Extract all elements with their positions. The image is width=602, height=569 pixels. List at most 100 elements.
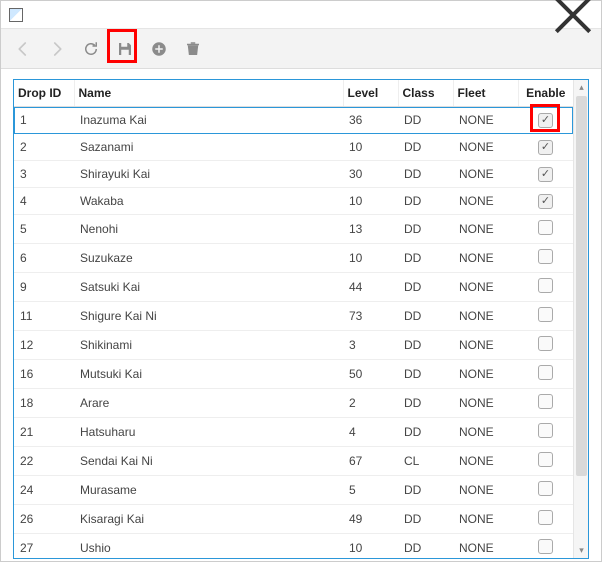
enable-checkbox[interactable] — [538, 278, 553, 293]
cell-class: DD — [398, 302, 453, 331]
table-row[interactable]: 5Nenohi13DDNONE — [14, 215, 573, 244]
cell-fleet: NONE — [453, 418, 518, 447]
cell-fleet: NONE — [453, 447, 518, 476]
col-class[interactable]: Class — [398, 80, 453, 107]
table-row[interactable]: 21Hatsuharu4DDNONE — [14, 418, 573, 447]
cell-class: DD — [398, 273, 453, 302]
col-enable[interactable]: Enable — [518, 80, 573, 107]
table-row[interactable]: 12Shikinami3DDNONE — [14, 331, 573, 360]
cell-fleet: NONE — [453, 389, 518, 418]
cell-class: DD — [398, 505, 453, 534]
content: Drop ID Name Level Class Fleet Enable 1I… — [1, 69, 601, 569]
cell-fleet: NONE — [453, 476, 518, 505]
delete-button[interactable] — [181, 37, 205, 61]
close-button[interactable] — [553, 2, 593, 28]
cell-drop-id: 22 — [14, 447, 74, 476]
col-fleet[interactable]: Fleet — [453, 80, 518, 107]
table-row[interactable]: 3Shirayuki Kai30DDNONE — [14, 161, 573, 188]
enable-checkbox[interactable] — [538, 481, 553, 496]
cell-fleet: NONE — [453, 244, 518, 273]
cell-level: 10 — [343, 188, 398, 215]
enable-checkbox[interactable] — [538, 249, 553, 264]
enable-checkbox[interactable] — [538, 307, 553, 322]
cell-level: 44 — [343, 273, 398, 302]
enable-checkbox[interactable] — [538, 365, 553, 380]
enable-checkbox[interactable] — [538, 394, 553, 409]
cell-name: Shikinami — [74, 331, 343, 360]
table-row[interactable]: 22Sendai Kai Ni67CLNONE — [14, 447, 573, 476]
cell-drop-id: 9 — [14, 273, 74, 302]
table-row[interactable]: 1Inazuma Kai36DDNONE — [14, 107, 573, 134]
table-row[interactable]: 16Mutsuki Kai50DDNONE — [14, 360, 573, 389]
enable-checkbox[interactable] — [538, 140, 553, 155]
cell-name: Arare — [74, 389, 343, 418]
cell-level: 50 — [343, 360, 398, 389]
cell-drop-id: 5 — [14, 215, 74, 244]
cell-name: Inazuma Kai — [74, 107, 343, 134]
enable-checkbox[interactable] — [538, 194, 553, 209]
table-row[interactable]: 18Arare2DDNONE — [14, 389, 573, 418]
cell-enable — [518, 161, 573, 188]
cell-level: 10 — [343, 244, 398, 273]
table-row[interactable]: 26Kisaragi Kai49DDNONE — [14, 505, 573, 534]
forward-button[interactable] — [45, 37, 69, 61]
cell-class: CL — [398, 447, 453, 476]
table-row[interactable]: 6Suzukaze10DDNONE — [14, 244, 573, 273]
enable-checkbox[interactable] — [538, 220, 553, 235]
cell-drop-id: 16 — [14, 360, 74, 389]
scroll-down-button[interactable]: ▾ — [574, 543, 589, 558]
enable-checkbox[interactable] — [538, 336, 553, 351]
cell-level: 73 — [343, 302, 398, 331]
cell-drop-id: 6 — [14, 244, 74, 273]
cell-class: DD — [398, 389, 453, 418]
col-level[interactable]: Level — [343, 80, 398, 107]
table-row[interactable]: 24Murasame5DDNONE — [14, 476, 573, 505]
titlebar — [1, 1, 601, 29]
cell-class: DD — [398, 161, 453, 188]
reload-button[interactable] — [79, 37, 103, 61]
scroll-up-button[interactable]: ▴ — [574, 80, 589, 95]
cell-drop-id: 18 — [14, 389, 74, 418]
cell-enable — [518, 107, 573, 134]
cell-class: DD — [398, 134, 453, 161]
cell-name: Hatsuharu — [74, 418, 343, 447]
enable-checkbox[interactable] — [538, 113, 553, 128]
table-row[interactable]: 9Satsuki Kai44DDNONE — [14, 273, 573, 302]
table-row[interactable]: 4Wakaba10DDNONE — [14, 188, 573, 215]
cell-class: DD — [398, 476, 453, 505]
col-drop-id[interactable]: Drop ID — [14, 80, 74, 107]
enable-checkbox[interactable] — [538, 452, 553, 467]
table-row[interactable]: 2Sazanami10DDNONE — [14, 134, 573, 161]
cell-fleet: NONE — [453, 107, 518, 134]
cell-name: Satsuki Kai — [74, 273, 343, 302]
enable-checkbox[interactable] — [538, 423, 553, 438]
cell-enable — [518, 505, 573, 534]
enable-checkbox[interactable] — [538, 167, 553, 182]
cell-name: Suzukaze — [74, 244, 343, 273]
vertical-scrollbar[interactable]: ▴ ▾ — [573, 80, 588, 558]
cell-enable — [518, 244, 573, 273]
col-name[interactable]: Name — [74, 80, 343, 107]
cell-drop-id: 4 — [14, 188, 74, 215]
scroll-thumb[interactable] — [576, 96, 587, 476]
cell-enable — [518, 534, 573, 559]
cell-fleet: NONE — [453, 161, 518, 188]
back-button[interactable] — [11, 37, 35, 61]
cell-level: 67 — [343, 447, 398, 476]
enable-checkbox[interactable] — [538, 539, 553, 554]
cell-level: 10 — [343, 534, 398, 559]
save-button[interactable] — [113, 37, 137, 61]
cell-level: 49 — [343, 505, 398, 534]
cell-drop-id: 27 — [14, 534, 74, 559]
table-row[interactable]: 11Shigure Kai Ni73DDNONE — [14, 302, 573, 331]
add-button[interactable] — [147, 37, 171, 61]
cell-level: 4 — [343, 418, 398, 447]
enable-checkbox[interactable] — [538, 510, 553, 525]
cell-fleet: NONE — [453, 134, 518, 161]
app-icon — [9, 8, 23, 22]
cell-enable — [518, 302, 573, 331]
cell-class: DD — [398, 107, 453, 134]
cell-fleet: NONE — [453, 188, 518, 215]
table-row[interactable]: 27Ushio10DDNONE — [14, 534, 573, 559]
cell-enable — [518, 273, 573, 302]
